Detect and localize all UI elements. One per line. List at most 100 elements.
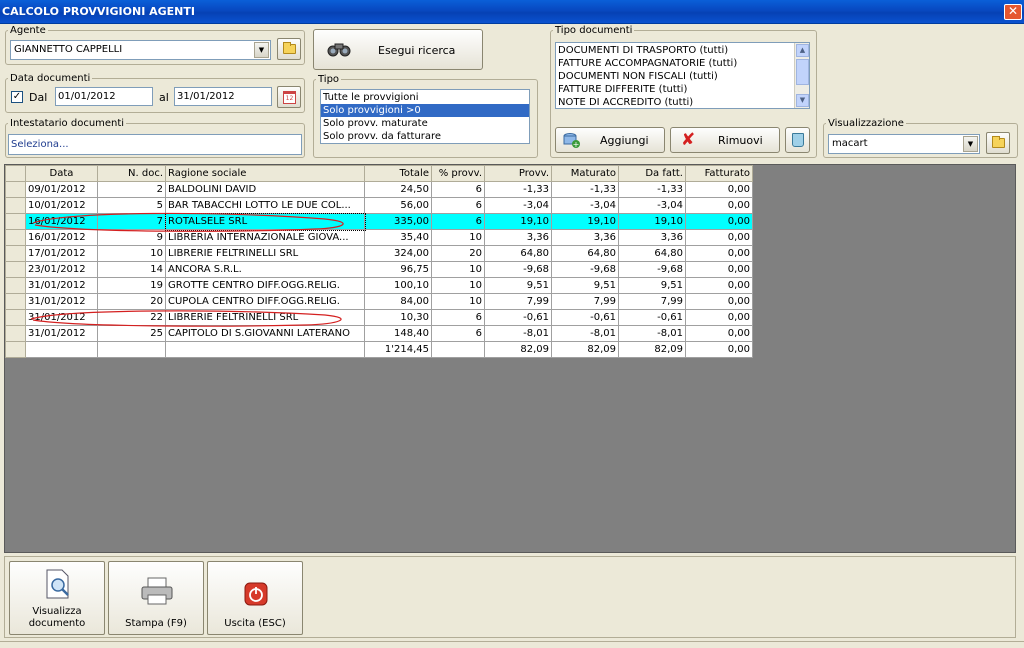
col-header-ragione[interactable]: Ragione sociale — [165, 165, 365, 182]
table-cell[interactable]: 14 — [97, 261, 166, 278]
totals-row[interactable]: 1'214,45 82,09 82,09 82,09 0,00 — [5, 341, 753, 358]
table-cell[interactable]: 82,09 — [618, 341, 686, 358]
row-indicator[interactable] — [5, 325, 26, 342]
tipo-documenti-item[interactable]: DOCUMENTI NON FISCALI (tutti) — [556, 70, 809, 83]
date-from-input[interactable]: 01/01/2012 — [55, 87, 153, 106]
col-header-fatturato[interactable]: Fatturato — [685, 165, 753, 182]
table-cell[interactable]: 0,00 — [685, 197, 753, 214]
recycle-button[interactable] — [785, 127, 810, 153]
table-cell[interactable]: -8,01 — [551, 325, 619, 342]
table-cell[interactable]: -9,68 — [484, 261, 552, 278]
table-cell[interactable]: 0,00 — [685, 213, 753, 230]
tipo-documenti-listbox[interactable]: DOCUMENTI DI TRASPORTO (tutti) FATTURE A… — [555, 42, 810, 109]
row-indicator[interactable] — [5, 245, 26, 262]
table-row[interactable]: 31/01/2012 22 LIBRERIE FELTRINELLI SRL 10,3… — [5, 309, 753, 326]
table-cell[interactable]: 7,99 — [484, 293, 552, 310]
table-cell[interactable]: 82,09 — [551, 341, 619, 358]
visualizzazione-select[interactable]: macart ▼ — [828, 134, 980, 154]
table-cell[interactable]: 10,30 — [364, 309, 432, 326]
table-cell[interactable] — [97, 341, 166, 358]
table-cell[interactable]: 3,36 — [618, 229, 686, 246]
tipo-documenti-item[interactable]: FATTURE ACCOMPAGNATORIE (tutti) — [556, 57, 809, 70]
row-indicator[interactable] — [5, 341, 26, 358]
table-cell[interactable]: -1,33 — [551, 181, 619, 198]
col-header-totale[interactable]: Totale — [364, 165, 432, 182]
table-row[interactable]: 16/01/2012 9 LIBRERIA INTERNAZIONALE GIOVA… — [5, 229, 753, 246]
table-cell[interactable]: BALDOLINI DAVID — [165, 181, 365, 198]
table-cell[interactable]: 0,00 — [685, 277, 753, 294]
table-cell[interactable]: 148,40 — [364, 325, 432, 342]
tipo-listbox[interactable]: Tutte le provvigioni Solo provvigioni >0… — [320, 89, 530, 144]
table-cell[interactable]: -0,61 — [551, 309, 619, 326]
col-header-provv-perc[interactable]: % provv. — [431, 165, 485, 182]
table-cell[interactable]: 82,09 — [484, 341, 552, 358]
tipo-documenti-scrollbar[interactable]: ▲ ▼ — [794, 43, 809, 108]
calendar-button[interactable]: 12 — [277, 86, 301, 108]
table-cell[interactable]: 84,00 — [364, 293, 432, 310]
table-row[interactable]: 31/01/2012 19 GROTTE CENTRO DIFF.OGG.RELIG… — [5, 277, 753, 294]
table-cell[interactable]: LIBRERIA INTERNAZIONALE GIOVA... — [165, 229, 365, 246]
table-cell[interactable]: 19,10 — [551, 213, 619, 230]
table-cell[interactable]: 64,80 — [618, 245, 686, 262]
table-row[interactable]: 10/01/2012 5 BAR TABACCHI LOTTO LE DUE COL… — [5, 197, 753, 214]
table-cell[interactable]: LIBRERIE FELTRINELLI SRL — [165, 245, 365, 262]
close-button[interactable]: ✕ — [1004, 4, 1022, 20]
table-cell[interactable]: 6 — [431, 197, 485, 214]
table-cell[interactable] — [25, 341, 98, 358]
table-cell[interactable]: 10 — [431, 229, 485, 246]
table-cell[interactable]: 6 — [431, 309, 485, 326]
table-cell[interactable]: 2 — [97, 181, 166, 198]
row-indicator[interactable] — [5, 181, 26, 198]
table-cell[interactable] — [431, 341, 485, 358]
table-cell[interactable]: -8,01 — [618, 325, 686, 342]
agente-folder-button[interactable] — [277, 38, 301, 60]
table-cell[interactable]: 31/01/2012 — [25, 325, 98, 342]
row-indicator[interactable] — [5, 213, 26, 230]
table-row[interactable]: 16/01/2012 7 ROTALSELE SRL 335,00 6 19,10 19,1… — [5, 212, 753, 231]
table-cell[interactable]: 35,40 — [364, 229, 432, 246]
dal-checkbox[interactable]: ✓ — [11, 91, 23, 103]
chevron-down-icon[interactable]: ▼ — [963, 136, 978, 152]
row-indicator[interactable] — [5, 261, 26, 278]
visualizzazione-folder-button[interactable] — [986, 132, 1010, 154]
table-row[interactable]: 23/01/2012 14 ANCORA S.R.L. 96,75 10 -9,68 -9,… — [5, 261, 753, 278]
tipo-option[interactable]: Solo provv. da fatturare — [321, 130, 529, 143]
table-cell[interactable]: 10 — [97, 245, 166, 262]
stampa-button[interactable]: Stampa (F9) — [108, 561, 204, 635]
table-cell[interactable]: 324,00 — [364, 245, 432, 262]
table-cell[interactable]: 25 — [97, 325, 166, 342]
table-cell[interactable]: 0,00 — [685, 261, 753, 278]
table-cell[interactable]: 7 — [97, 213, 166, 230]
table-cell[interactable]: LIBRERIE FELTRINELLI SRL — [165, 309, 365, 326]
table-cell[interactable]: 17/01/2012 — [25, 245, 98, 262]
table-cell[interactable]: 10 — [431, 293, 485, 310]
table-cell[interactable]: 9,51 — [484, 277, 552, 294]
visualizza-documento-button[interactable]: Visualizza documento — [9, 561, 105, 635]
table-cell[interactable]: 64,80 — [484, 245, 552, 262]
table-cell[interactable]: 31/01/2012 — [25, 293, 98, 310]
rimuovi-button[interactable]: ✘ Rimuovi — [670, 127, 780, 153]
table-cell[interactable]: -9,68 — [618, 261, 686, 278]
table-cell[interactable]: 0,00 — [685, 229, 753, 246]
table-cell[interactable] — [165, 341, 365, 358]
table-cell[interactable]: 31/01/2012 — [25, 309, 98, 326]
table-cell[interactable]: 19,10 — [484, 213, 552, 230]
table-cell[interactable]: 19 — [97, 277, 166, 294]
table-cell[interactable]: 22 — [97, 309, 166, 326]
table-cell[interactable]: 10/01/2012 — [25, 197, 98, 214]
table-cell[interactable]: 64,80 — [551, 245, 619, 262]
col-header-ndoc[interactable]: N. doc. — [97, 165, 166, 182]
table-cell[interactable]: -3,04 — [484, 197, 552, 214]
table-cell[interactable]: -3,04 — [618, 197, 686, 214]
col-header-data[interactable]: Data — [25, 165, 98, 182]
table-cell[interactable]: 09/01/2012 — [25, 181, 98, 198]
table-cell[interactable]: 3,36 — [484, 229, 552, 246]
table-cell[interactable]: 9,51 — [551, 277, 619, 294]
table-cell[interactable]: 20 — [431, 245, 485, 262]
tipo-documenti-item[interactable]: NOTE DI ACCREDITO (tutti) — [556, 96, 809, 108]
col-header-provv[interactable]: Provv. — [484, 165, 552, 182]
search-button[interactable]: Esegui ricerca — [313, 29, 483, 70]
table-cell[interactable]: -8,01 — [484, 325, 552, 342]
table-cell[interactable]: 16/01/2012 — [25, 213, 98, 230]
table-cell[interactable]: 3,36 — [551, 229, 619, 246]
